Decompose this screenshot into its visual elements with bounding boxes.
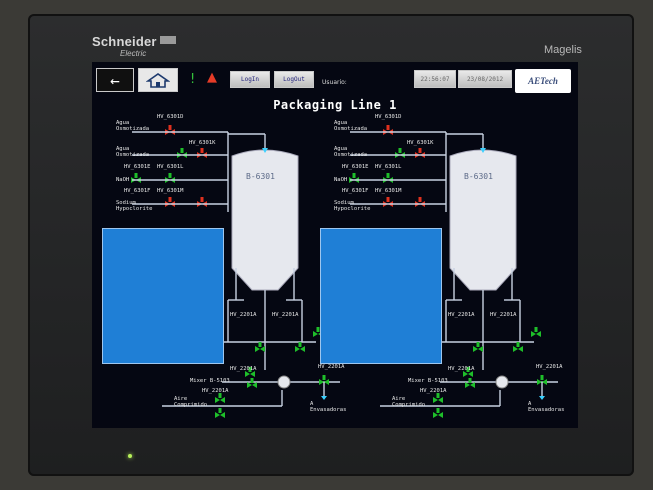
hmi-screen: ← ! ▲ LogIn LogOut Usuario: 22:56:07 23/… xyxy=(92,62,578,428)
valve-icon[interactable] xyxy=(383,197,393,207)
tank-label: B-6301 xyxy=(464,172,493,181)
valve-icon[interactable] xyxy=(433,393,443,403)
inlet-label: Sodium Hypoclorite xyxy=(116,200,153,212)
valve-icon[interactable] xyxy=(383,125,393,135)
valve-icon[interactable] xyxy=(165,173,175,183)
valve-icon[interactable] xyxy=(415,148,425,158)
valve-icon[interactable] xyxy=(295,342,305,352)
air-label: Aire Comprimido xyxy=(174,396,208,408)
valve-icon[interactable] xyxy=(247,378,257,388)
valve-label: HV_2201A xyxy=(202,388,229,394)
inlet-label: NaOH xyxy=(334,177,348,183)
valve-label: HV_6301E xyxy=(342,164,369,170)
inlet-label: Agua Osmotizada xyxy=(116,146,150,158)
destination-label: A Envasadoras xyxy=(310,401,347,413)
inlet-label: Agua Osmotizada xyxy=(334,120,368,132)
destination-label: A Envasadoras xyxy=(528,401,565,413)
valve-icon[interactable] xyxy=(131,173,141,183)
brand-mark-icon xyxy=(160,36,176,44)
valve-label: HV_6301K xyxy=(189,140,216,146)
valve-label: HV_2201A xyxy=(230,312,257,318)
valve-label: HV_2201A xyxy=(536,364,563,370)
valve-icon[interactable] xyxy=(197,197,207,207)
tank xyxy=(449,149,517,291)
valve-icon[interactable] xyxy=(383,173,393,183)
inlet-label: Sodium Hypoclorite xyxy=(334,200,371,212)
valve-icon[interactable] xyxy=(349,173,359,183)
valve-label: HV_6301F xyxy=(342,188,369,194)
valve-icon[interactable] xyxy=(513,342,523,352)
valve-icon[interactable] xyxy=(465,378,475,388)
valve-icon[interactable] xyxy=(215,408,225,418)
valve-label: HV_6301L xyxy=(375,164,402,170)
valve-label: HV_2201A xyxy=(448,312,475,318)
inlet-label: NaOH xyxy=(116,177,130,183)
tank xyxy=(231,149,299,291)
valve-label: HV_6301D xyxy=(375,114,402,120)
brand-logo: Schneider Electric xyxy=(92,34,157,58)
outlet-arrow-icon xyxy=(539,396,545,400)
valve-icon[interactable] xyxy=(197,148,207,158)
valve-icon[interactable] xyxy=(531,327,541,337)
mixer-icon xyxy=(277,375,291,389)
inlet-label: Agua Osmotizada xyxy=(116,120,150,132)
valve-icon[interactable] xyxy=(433,408,443,418)
valve-icon[interactable] xyxy=(165,125,175,135)
valve-label: HV_6301K xyxy=(407,140,434,146)
valve-label: HV_2201A xyxy=(230,366,257,372)
valve-icon[interactable] xyxy=(177,148,187,158)
valve-label: HV_6301F xyxy=(124,188,151,194)
air-label: Aire Comprimido xyxy=(392,396,426,408)
level-panel xyxy=(102,228,224,364)
valve-icon[interactable] xyxy=(165,197,175,207)
valve-icon[interactable] xyxy=(473,342,483,352)
valve-label: HV_6301E xyxy=(124,164,151,170)
tank-label: B-6301 xyxy=(246,172,275,181)
valve-label: HV_2201A xyxy=(272,312,299,318)
power-led-icon xyxy=(128,454,132,458)
valve-label: HV_2201A xyxy=(318,364,345,370)
valve-label: HV_6301M xyxy=(375,188,402,194)
valve-icon[interactable] xyxy=(215,393,225,403)
valve-label: HV_6301L xyxy=(157,164,184,170)
valve-label: HV_2201A xyxy=(420,388,447,394)
mixer-icon xyxy=(495,375,509,389)
inlet-label: Agua Osmotizada xyxy=(334,146,368,158)
valve-label: HV_2201A xyxy=(490,312,517,318)
mixer-label: Mixer B-5103 xyxy=(190,378,230,384)
model-label: Magelis xyxy=(544,44,582,56)
valve-icon[interactable] xyxy=(395,148,405,158)
valve-icon[interactable] xyxy=(255,342,265,352)
level-panel xyxy=(320,228,442,364)
outlet-arrow-icon xyxy=(321,396,327,400)
mixer-label: Mixer B-5103 xyxy=(408,378,448,384)
valve-label: HV_2201A xyxy=(448,366,475,372)
valve-label: HV_6301M xyxy=(157,188,184,194)
valve-icon[interactable] xyxy=(415,197,425,207)
valve-label: HV_6301D xyxy=(157,114,184,120)
